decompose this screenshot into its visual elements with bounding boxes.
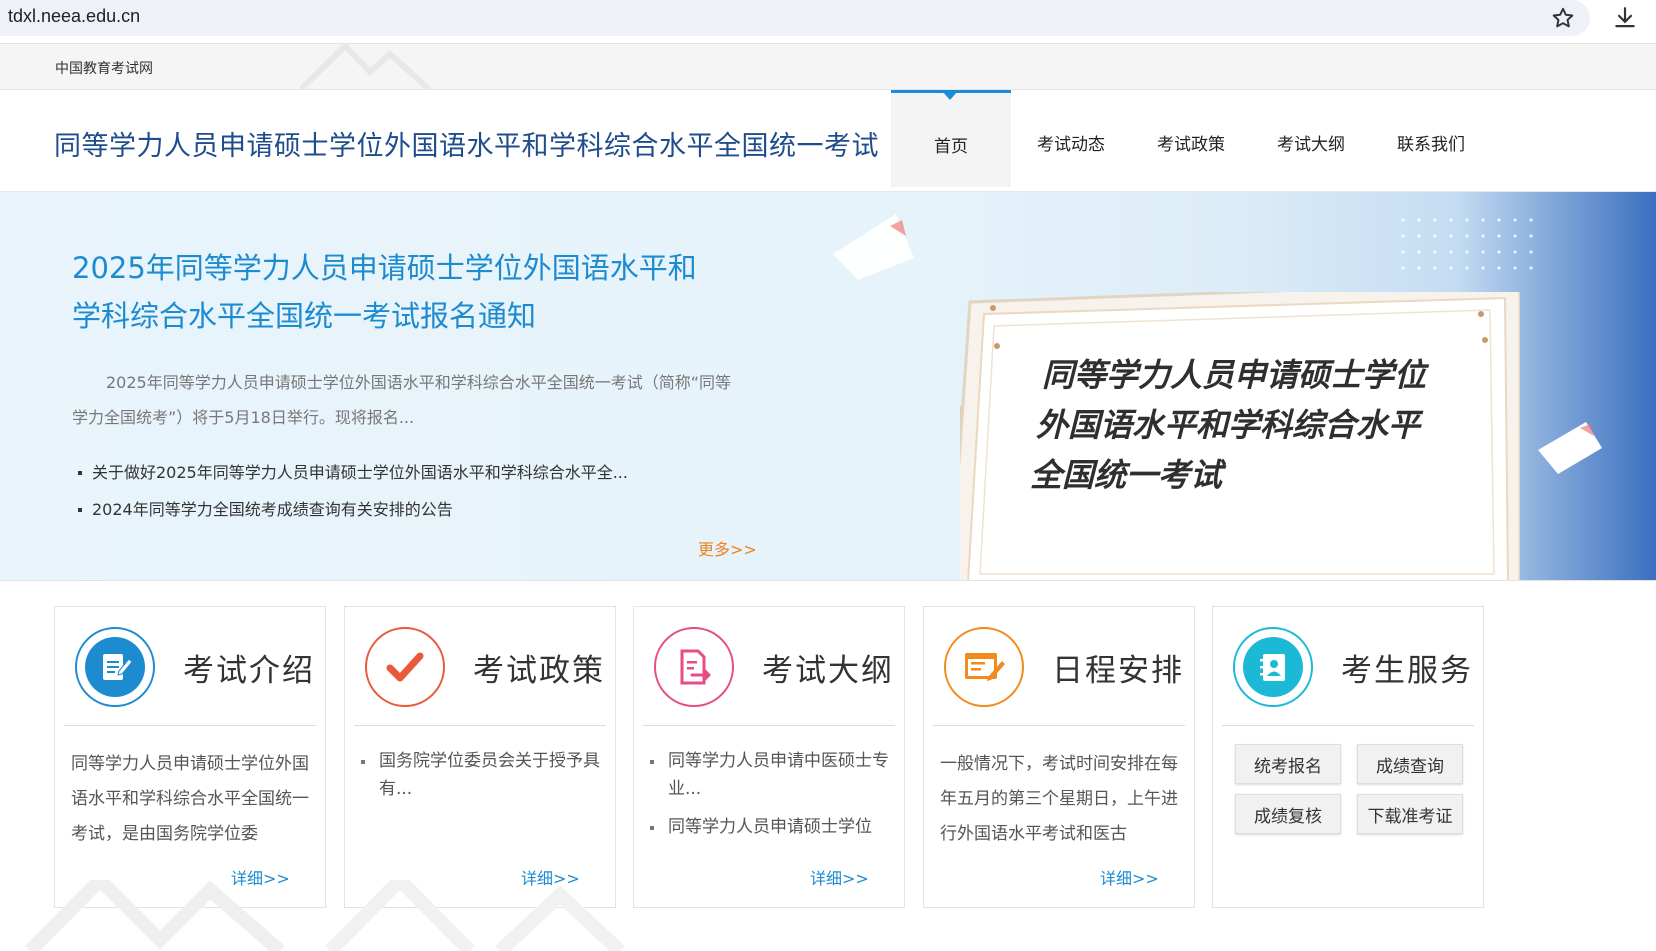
score-query-button[interactable]: 成绩查询: [1357, 744, 1463, 784]
card-exam-syllabus: 考试大纲 同等学力人员申请中医硕士专业... 同等学力人员申请硕士学位 详细>>: [633, 606, 905, 908]
card-exam-policy: 考试政策 国务院学位委员会关于授予具有... 详细>>: [344, 606, 616, 908]
download-admission-ticket-button[interactable]: 下载准考证: [1357, 794, 1463, 834]
nav-item-contact[interactable]: 联系我们: [1371, 90, 1491, 187]
card-title[interactable]: 日程安排: [1052, 645, 1184, 690]
banner-news-link[interactable]: 关于做好2025年同等学力人员申请硕士学位外国语水平和学科综合水平全...: [78, 454, 628, 491]
page-title: 同等学力人员申请硕士学位外国语水平和学科综合水平全国统一考试: [54, 131, 879, 162]
site-name-link[interactable]: 中国教育考试网: [55, 58, 153, 78]
hero-banner: 2025年同等学力人员申请硕士学位外国语水平和 学科综合水平全国统一考试报名通知…: [0, 192, 1656, 581]
document-edit-icon: [85, 637, 145, 697]
nav-item-exam-syllabus[interactable]: 考试大纲: [1251, 90, 1371, 187]
card-title[interactable]: 考试大纲: [762, 645, 894, 690]
site-header: 同等学力人员申请硕士学位外国语水平和学科综合水平全国统一考试 首页 考试动态 考…: [0, 90, 1656, 192]
banner-news-list: 关于做好2025年同等学力人员申请硕士学位外国语水平和学科综合水平全... 20…: [78, 454, 628, 528]
divider: [643, 725, 895, 726]
exam-board-illustration: 同等学力人员申请硕士学位 外国语水平和学科综合水平 全国统一考试: [960, 292, 1520, 580]
calendar-edit-icon: [954, 637, 1014, 697]
card-list: 同等学力人员申请中医硕士专业... 同等学力人员申请硕士学位: [650, 747, 894, 851]
card-candidate-services: 考生服务 统考报名 成绩查询 成绩复核 下载准考证: [1212, 606, 1484, 908]
list-item[interactable]: 同等学力人员申请中医硕士专业...: [650, 747, 894, 803]
board-line1: 同等学力人员申请硕士学位: [1042, 356, 1430, 394]
score-review-button[interactable]: 成绩复核: [1235, 794, 1341, 834]
nav-item-home[interactable]: 首页: [891, 90, 1011, 187]
service-buttons: 统考报名 成绩查询 成绩复核 下载准考证: [1235, 744, 1465, 834]
mountain-deco-icon: [300, 44, 430, 90]
banner-description: 2025年同等学力人员申请硕士学位外国语水平和学科综合水平全国统一考试（简称“同…: [72, 373, 732, 427]
bookmark-star-icon[interactable]: [1550, 5, 1576, 31]
address-bar[interactable]: tdxl.neea.edu.cn: [0, 0, 1590, 36]
policy-icon-ring[interactable]: [365, 627, 445, 707]
list-item[interactable]: 国务院学位委员会关于授予具有...: [361, 747, 605, 803]
more-link[interactable]: 更多>>: [698, 536, 757, 560]
banner-title-line1[interactable]: 2025年同等学力人员申请硕士学位外国语水平和: [72, 244, 752, 292]
divider: [64, 725, 316, 726]
service-icon-ring[interactable]: [1233, 627, 1313, 707]
paper-plane-icon: [833, 214, 914, 280]
board-line2: 外国语水平和学科综合水平: [1036, 406, 1424, 444]
card-text: 同等学力人员申请硕士学位外国语水平和学科综合水平全国统一考试，是由国务院学位委: [71, 754, 309, 844]
download-icon[interactable]: [1612, 5, 1638, 31]
card-text: 一般情况下，考试时间安排在每年五月的第三个星期日，上午进行外国语水平考试和医古: [940, 754, 1178, 844]
file-export-icon: [664, 637, 724, 697]
card-title[interactable]: 考试政策: [473, 645, 605, 690]
divider: [933, 725, 1185, 726]
intro-icon-ring[interactable]: [75, 627, 155, 707]
card-schedule: 日程安排 一般情况下，考试时间安排在每年五月的第三个星期日，上午进行外国语水平考…: [923, 606, 1195, 908]
top-strip: 中国教育考试网: [0, 43, 1656, 90]
banner-title[interactable]: 2025年同等学力人员申请硕士学位外国语水平和 学科综合水平全国统一考试报名通知: [72, 244, 752, 340]
board-line3: 全国统一考试: [1030, 456, 1227, 494]
card-list: 国务院学位委员会关于授予具有...: [361, 747, 605, 851]
mountain-background-deco: [25, 880, 625, 951]
card-exam-intro: 考试介绍 同等学力人员申请硕士学位外国语水平和学科综合水平全国统一考试，是由国务…: [54, 606, 326, 908]
browser-toolbar: tdxl.neea.edu.cn: [0, 0, 1656, 43]
schedule-icon-ring[interactable]: [944, 627, 1024, 707]
card-title[interactable]: 考生服务: [1341, 645, 1473, 690]
contacts-book-icon: [1243, 637, 1303, 697]
syllabus-icon-ring[interactable]: [654, 627, 734, 707]
detail-link[interactable]: 详细>>: [810, 865, 869, 889]
paper-note-icon: [1538, 422, 1602, 474]
banner-news-link[interactable]: 2024年同等学力全国统考成绩查询有关安排的公告: [78, 491, 628, 528]
main-nav: 首页 考试动态 考试政策 考试大纲 联系我们: [891, 90, 1491, 192]
detail-link[interactable]: 详细>>: [1100, 865, 1159, 889]
banner-title-line2[interactable]: 学科综合水平全国统一考试报名通知: [72, 292, 752, 340]
url-text[interactable]: tdxl.neea.edu.cn: [8, 6, 140, 27]
divider: [1222, 725, 1474, 726]
nav-item-exam-news[interactable]: 考试动态: [1011, 90, 1131, 187]
register-button[interactable]: 统考报名: [1235, 744, 1341, 784]
dot-pattern-deco: [1395, 212, 1545, 276]
list-item[interactable]: 同等学力人员申请硕士学位: [650, 813, 894, 841]
card-title[interactable]: 考试介绍: [183, 645, 315, 690]
nav-item-exam-policy[interactable]: 考试政策: [1131, 90, 1251, 187]
checkmark-icon: [375, 637, 435, 697]
divider: [354, 725, 606, 726]
